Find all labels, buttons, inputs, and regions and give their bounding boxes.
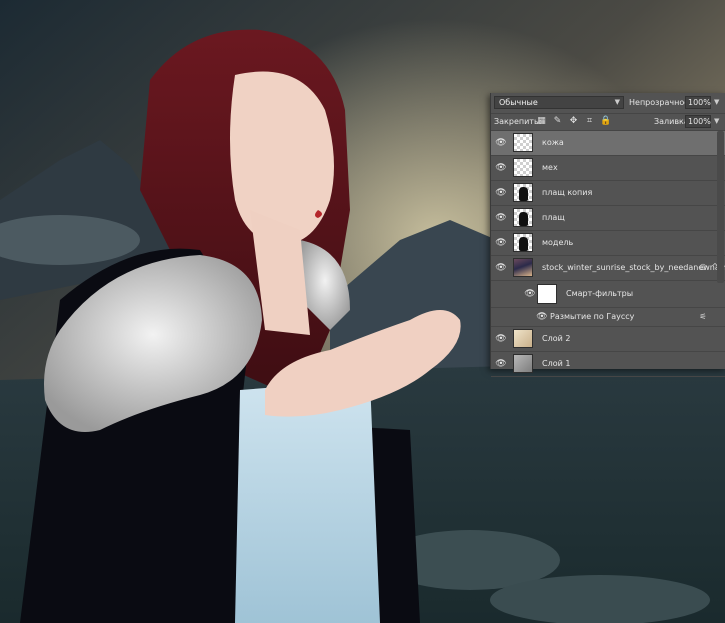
move-lock-icon[interactable]: ✥ — [568, 116, 579, 127]
layers-panel: Обычные ▼ Непрозрачность: 100% ▼ Закрепи… — [490, 93, 725, 377]
eye-icon[interactable]: 👁 — [524, 288, 536, 300]
layer-name: кожа — [542, 138, 564, 147]
lock-label: Закрепить: — [494, 117, 542, 126]
layers-scrollbar[interactable] — [717, 131, 724, 283]
smart-object-icon: ◎ — [699, 262, 707, 271]
layer-row[interactable]: 👁 кожа — [491, 131, 725, 156]
eye-icon[interactable]: 👁 — [536, 311, 548, 323]
layer-thumbnail — [513, 354, 533, 373]
eye-icon[interactable]: 👁 — [495, 358, 507, 370]
eye-icon[interactable]: 👁 — [495, 162, 507, 174]
layer-name: модель — [542, 238, 574, 247]
opacity-input[interactable]: 100% — [685, 96, 711, 109]
blend-mode-select[interactable]: Обычные ▼ — [494, 96, 624, 109]
layer-row[interactable]: 👁 модель — [491, 231, 725, 256]
eye-icon[interactable]: 👁 — [495, 333, 507, 345]
filter-row[interactable]: 👁 Размытие по Гауссу ⚟ — [491, 308, 725, 327]
layer-thumbnail — [513, 233, 533, 252]
layer-name: Слой 1 — [542, 359, 571, 368]
eye-icon[interactable]: 👁 — [495, 187, 507, 199]
layer-row[interactable]: 👁 Слой 2 — [491, 327, 725, 352]
eye-icon[interactable]: 👁 — [495, 137, 507, 149]
layer-name: мех — [542, 163, 558, 172]
padlock-icon[interactable]: 🔒 — [600, 116, 611, 127]
lock-fill-row: Закрепить: ▦ ✎ ✥ ⌗ 🔒 Заливка: 100% ▼ — [491, 114, 725, 131]
filter-options-icon[interactable]: ⚟ — [698, 312, 708, 322]
layers-list: 👁 кожа 👁 мех 👁 плащ копия 👁 плащ 👁 модел… — [491, 131, 725, 377]
lock-icons: ▦ ✎ ✥ ⌗ 🔒 — [536, 116, 611, 127]
layer-thumbnail — [513, 133, 533, 152]
eye-icon[interactable]: 👁 — [495, 237, 507, 249]
fill-chevron-icon[interactable]: ▼ — [714, 117, 719, 125]
smart-filters-row[interactable]: 👁 Смарт-фильтры — [491, 281, 725, 308]
layer-thumbnail — [513, 183, 533, 202]
smart-filters-label: Смарт-фильтры — [566, 289, 634, 298]
fill-input[interactable]: 100% — [685, 115, 711, 128]
chevron-down-icon: ▼ — [614, 98, 620, 106]
eye-icon[interactable]: 👁 — [495, 262, 507, 274]
layer-name: плащ — [542, 213, 565, 222]
filter-name: Размытие по Гауссу — [550, 312, 635, 321]
layer-thumbnail — [513, 208, 533, 227]
layer-row[interactable]: 👁 Слой 1 — [491, 352, 725, 377]
layer-row[interactable]: 👁 плащ — [491, 206, 725, 231]
smart-object-thumbnail — [513, 258, 533, 277]
layer-thumbnail — [513, 329, 533, 348]
blend-opacity-row: Обычные ▼ Непрозрачность: 100% ▼ — [491, 93, 725, 114]
artboard-lock-icon[interactable]: ⌗ — [584, 116, 595, 127]
layer-row[interactable]: 👁 плащ копия — [491, 181, 725, 206]
layer-row[interactable]: 👁 мех — [491, 156, 725, 181]
layer-row[interactable]: 👁 stock_winter_sunrise_stock_by_needanew… — [491, 256, 725, 281]
checkerboard-lock-icon[interactable]: ▦ — [536, 116, 547, 127]
opacity-chevron-icon[interactable]: ▼ — [714, 98, 719, 106]
eye-icon[interactable]: 👁 — [495, 212, 507, 224]
layer-name: Слой 2 — [542, 334, 571, 343]
layer-thumbnail — [513, 158, 533, 177]
blend-mode-value: Обычные — [499, 98, 538, 107]
filter-mask-thumbnail — [537, 284, 557, 304]
layer-name: плащ копия — [542, 188, 593, 197]
brush-lock-icon[interactable]: ✎ — [552, 116, 563, 127]
